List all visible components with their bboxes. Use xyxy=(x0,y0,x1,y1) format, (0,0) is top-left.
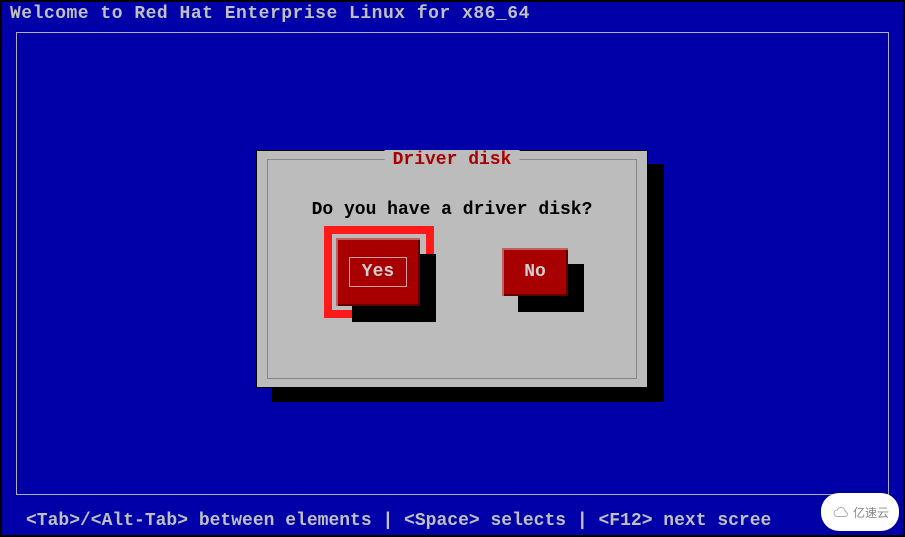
driver-disk-dialog: Driver disk Do you have a driver disk? Y… xyxy=(256,150,648,388)
status-bar: <Tab>/<Alt-Tab> between elements | <Spac… xyxy=(2,511,903,531)
cloud-icon xyxy=(831,506,849,518)
dialog-title: Driver disk xyxy=(385,150,520,170)
yes-button-wrap: Yes xyxy=(336,238,420,306)
dialog-border: Driver disk Do you have a driver disk? Y… xyxy=(267,159,637,379)
installer-screen: Welcome to Red Hat Enterprise Linux for … xyxy=(0,0,905,537)
no-button-label: No xyxy=(524,262,546,282)
no-button-wrap: No xyxy=(502,248,568,306)
page-title: Welcome to Red Hat Enterprise Linux for … xyxy=(2,2,903,26)
no-button[interactable]: No xyxy=(502,248,568,296)
dialog-button-row: Yes No xyxy=(268,238,636,306)
dialog-prompt: Do you have a driver disk? xyxy=(268,200,636,220)
yes-button[interactable]: Yes xyxy=(336,238,420,306)
watermark-badge: 亿速云 xyxy=(821,493,899,531)
watermark-text: 亿速云 xyxy=(853,504,889,521)
yes-button-label: Yes xyxy=(349,257,407,287)
